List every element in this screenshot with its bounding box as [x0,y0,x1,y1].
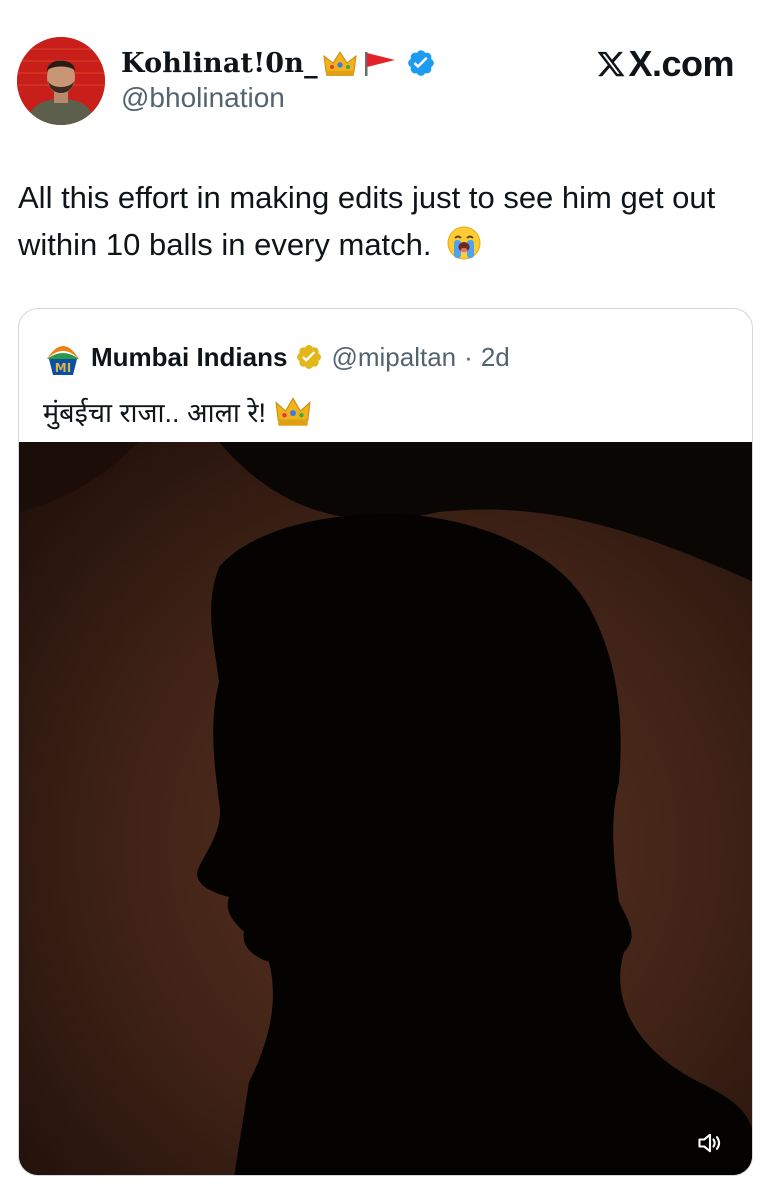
x-logo-icon [598,51,625,77]
quote-video[interactable] [19,442,752,1175]
mute-icon[interactable] [696,1129,724,1157]
gold-verified-badge-icon[interactable] [295,343,323,371]
brand-watermark: X.com [596,42,734,86]
author-handle[interactable]: @bholination [121,82,285,114]
silhouette-video-frame [19,442,752,1175]
author-display-name[interactable]: Kohlinat!0n_ [121,48,318,79]
tweet-text: All this effort in making edits just to … [18,174,738,268]
author-display-name-row[interactable]: Kohlinat!0n_ [121,42,436,84]
quote-author-handle[interactable]: @mipaltan [331,342,456,373]
quoted-tweet-card[interactable]: MI Mumbai Indians @mipaltan · 2d मुंबईचा… [18,308,753,1176]
crown-emoji-icon [275,397,311,426]
author-avatar[interactable] [17,37,105,125]
quote-author-name[interactable]: Mumbai Indians [91,342,287,373]
quote-body: मुंबईचा राजा.. आला रे! [43,397,266,428]
quote-separator: · [464,341,473,372]
loudly-crying-face-emoji-icon [447,226,481,260]
avatar-photo [17,37,105,125]
crown-emoji-icon [323,51,357,76]
verified-badge-icon[interactable] [406,48,436,78]
brand-text: X.com [628,43,734,84]
quote-header: MI Mumbai Indians @mipaltan · 2d [43,337,510,377]
red-flag-emoji-icon [364,52,395,76]
svg-text:MI: MI [55,361,71,375]
tweet-body: All this effort in making edits just to … [18,180,716,262]
quote-text: मुंबईचा राजा.. आला रे! [43,391,312,431]
mumbai-indians-logo-icon[interactable]: MI [43,337,83,377]
quote-timestamp[interactable]: 2d [481,342,510,373]
